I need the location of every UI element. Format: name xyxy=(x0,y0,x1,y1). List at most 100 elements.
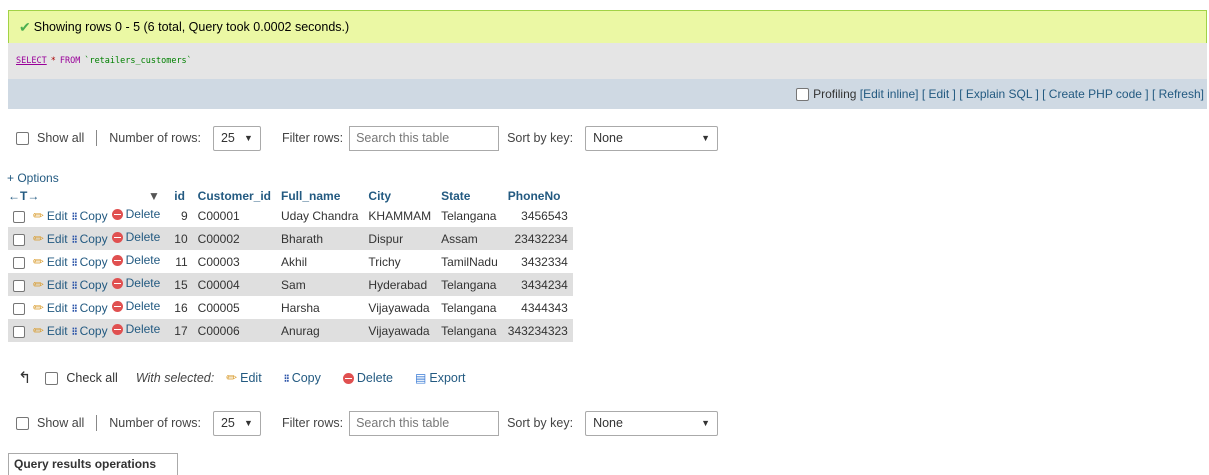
bulk-copy-button[interactable]: ⁝⁝ Copy xyxy=(284,371,321,385)
column-header-customer-id[interactable]: Customer_id xyxy=(192,187,277,204)
row-copy-button[interactable]: ⁝⁝ Copy xyxy=(72,278,108,292)
row-edit-button[interactable]: ✏ Edit xyxy=(33,300,68,316)
bulk-edit-button[interactable]: ✏ Edit xyxy=(226,370,261,386)
refresh-link[interactable]: [ Refresh] xyxy=(1152,87,1204,101)
rows-select[interactable]: 25 ▼ xyxy=(212,125,261,151)
cell-city[interactable]: Vijayawada xyxy=(363,319,437,342)
explain-sql-link[interactable]: [ Explain SQL ] xyxy=(959,87,1039,101)
row-delete-button[interactable]: Delete xyxy=(111,299,160,313)
table-row[interactable]: ✏ Edit ⁝⁝ Copy Delete 17 C00006 Anurag Vijayawad… xyxy=(8,319,573,342)
row-copy-button[interactable]: ⁝⁝ Copy xyxy=(72,255,108,269)
cell-full-name[interactable]: Bharath xyxy=(276,227,364,250)
filter-search-input[interactable]: Search this table xyxy=(349,125,500,151)
row-checkbox[interactable] xyxy=(13,302,25,315)
options-link[interactable]: + Options xyxy=(7,171,59,185)
table-row[interactable]: ✏ Edit ⁝⁝ Copy Delete 10 C00002 Bharath Dispur As… xyxy=(8,227,573,250)
sql-query-box[interactable]: SELECT * FROM `retailers_customers` xyxy=(8,43,1207,79)
cell-phone[interactable]: 23432234 xyxy=(502,227,573,250)
rows-select[interactable]: 25 ▼ xyxy=(212,410,261,436)
cell-id[interactable]: 10 xyxy=(169,227,193,250)
sort-select[interactable]: None ▼ xyxy=(585,125,719,151)
cell-full-name[interactable]: Sam xyxy=(276,273,364,296)
cell-id[interactable]: 9 xyxy=(169,204,193,227)
row-copy-button[interactable]: ⁝⁝ Copy xyxy=(72,324,108,338)
bulk-export-button[interactable]: ▤ Export xyxy=(415,371,465,385)
row-edit-button[interactable]: ✏ Edit xyxy=(33,231,68,247)
sort-select[interactable]: None ▼ xyxy=(585,410,719,436)
row-copy-button[interactable]: ⁝⁝ Copy xyxy=(72,301,108,315)
row-checkbox[interactable] xyxy=(13,256,25,269)
cell-city[interactable]: KHAMMAM xyxy=(363,204,437,227)
row-checkbox[interactable] xyxy=(13,325,25,338)
row-delete-button[interactable]: Delete xyxy=(111,276,160,290)
cell-full-name[interactable]: Harsha xyxy=(276,296,364,319)
cell-state[interactable]: Telangana xyxy=(436,273,503,296)
edit-inline-link[interactable]: [Edit inline] xyxy=(860,87,919,101)
check-all-checkbox[interactable] xyxy=(45,371,59,385)
cell-phone[interactable]: 4344343 xyxy=(502,296,573,319)
create-php-link[interactable]: [ Create PHP code ] xyxy=(1042,87,1149,101)
cell-state[interactable]: Telangana xyxy=(436,296,503,319)
cell-phone[interactable]: 3432334 xyxy=(502,250,573,273)
row-checkbox[interactable] xyxy=(13,279,25,292)
column-header-phone[interactable]: PhoneNo xyxy=(502,187,573,204)
cell-state[interactable]: TamilNadu xyxy=(436,250,503,273)
cell-phone[interactable]: 3456543 xyxy=(502,204,573,227)
row-delete-button[interactable]: Delete xyxy=(111,230,160,244)
cell-state[interactable]: Telangana xyxy=(436,204,503,227)
show-all-checkbox[interactable] xyxy=(16,131,29,145)
table-row[interactable]: ✏ Edit ⁝⁝ Copy Delete 15 C00004 Sam Hyderabad Tel… xyxy=(8,273,573,296)
cell-id[interactable]: 11 xyxy=(169,250,193,273)
column-header-city[interactable]: City xyxy=(363,187,437,204)
cell-customer-id[interactable]: C00005 xyxy=(192,296,277,319)
row-delete-button[interactable]: Delete xyxy=(111,322,160,336)
row-edit-button[interactable]: ✏ Edit xyxy=(33,277,68,293)
cell-customer-id[interactable]: C00004 xyxy=(192,273,277,296)
cell-state[interactable]: Assam xyxy=(436,227,503,250)
cell-state[interactable]: Telangana xyxy=(436,319,503,342)
row-checkbox[interactable] xyxy=(13,210,25,223)
filter-search-input[interactable]: Search this table xyxy=(349,410,500,436)
chevron-down-icon: ▼ xyxy=(701,418,711,428)
cell-customer-id[interactable]: C00002 xyxy=(192,227,277,250)
row-delete-button[interactable]: Delete xyxy=(111,207,160,221)
cell-phone[interactable]: 343234323 xyxy=(502,319,573,342)
column-header-id[interactable]: id xyxy=(169,187,193,204)
edit-link[interactable]: [ Edit ] xyxy=(922,87,956,101)
cell-full-name[interactable]: Anurag xyxy=(276,319,364,342)
row-delete-button[interactable]: Delete xyxy=(111,253,160,267)
row-copy-button[interactable]: ⁝⁝ Copy xyxy=(72,209,108,223)
row-edit-button[interactable]: ✏ Edit xyxy=(33,208,68,224)
cell-id[interactable]: 15 xyxy=(169,273,193,296)
row-edit-button[interactable]: ✏ Edit xyxy=(33,323,68,339)
sql-select-keyword[interactable]: SELECT xyxy=(16,56,47,66)
table-row[interactable]: ✏ Edit ⁝⁝ Copy Delete 16 C00005 Harsha Vijayawad… xyxy=(8,296,573,319)
cell-city[interactable]: Hyderabad xyxy=(363,273,437,296)
cell-phone[interactable]: 3434234 xyxy=(502,273,573,296)
bulk-delete-button[interactable]: Delete xyxy=(342,371,393,385)
column-header-state[interactable]: State xyxy=(436,187,503,204)
row-copy-button[interactable]: ⁝⁝ Copy xyxy=(72,232,108,246)
row-checkbox[interactable] xyxy=(13,233,25,246)
column-arrows-header[interactable]: ←T→ ▼ xyxy=(8,187,170,204)
cell-full-name[interactable]: Uday Chandra xyxy=(276,204,364,227)
cell-customer-id[interactable]: C00006 xyxy=(192,319,277,342)
sort-caret-icon[interactable]: ▼ xyxy=(148,189,160,203)
table-row[interactable]: ✏ Edit ⁝⁝ Copy Delete 11 C00003 Akhil Trichy Tami… xyxy=(8,250,573,273)
row-edit-button[interactable]: ✏ Edit xyxy=(33,254,68,270)
cell-city[interactable]: Vijayawada xyxy=(363,296,437,319)
show-all-checkbox[interactable] xyxy=(16,416,29,430)
cell-city[interactable]: Dispur xyxy=(363,227,437,250)
resize-arrows-icon[interactable]: ←T→ xyxy=(8,189,148,203)
column-header-full-name[interactable]: Full_name xyxy=(276,187,364,204)
check-all-label[interactable]: Check all xyxy=(66,371,117,385)
profiling-checkbox[interactable] xyxy=(796,87,810,101)
cell-customer-id[interactable]: C00001 xyxy=(192,204,277,227)
query-results-operations-header[interactable]: Query results operations xyxy=(8,453,178,475)
cell-city[interactable]: Trichy xyxy=(363,250,437,273)
table-row[interactable]: ✏ Edit ⁝⁝ Copy Delete 9 C00001 Uday Chandra KHAM… xyxy=(8,204,573,227)
cell-customer-id[interactable]: C00003 xyxy=(192,250,277,273)
cell-full-name[interactable]: Akhil xyxy=(276,250,364,273)
cell-id[interactable]: 16 xyxy=(169,296,193,319)
cell-id[interactable]: 17 xyxy=(169,319,193,342)
